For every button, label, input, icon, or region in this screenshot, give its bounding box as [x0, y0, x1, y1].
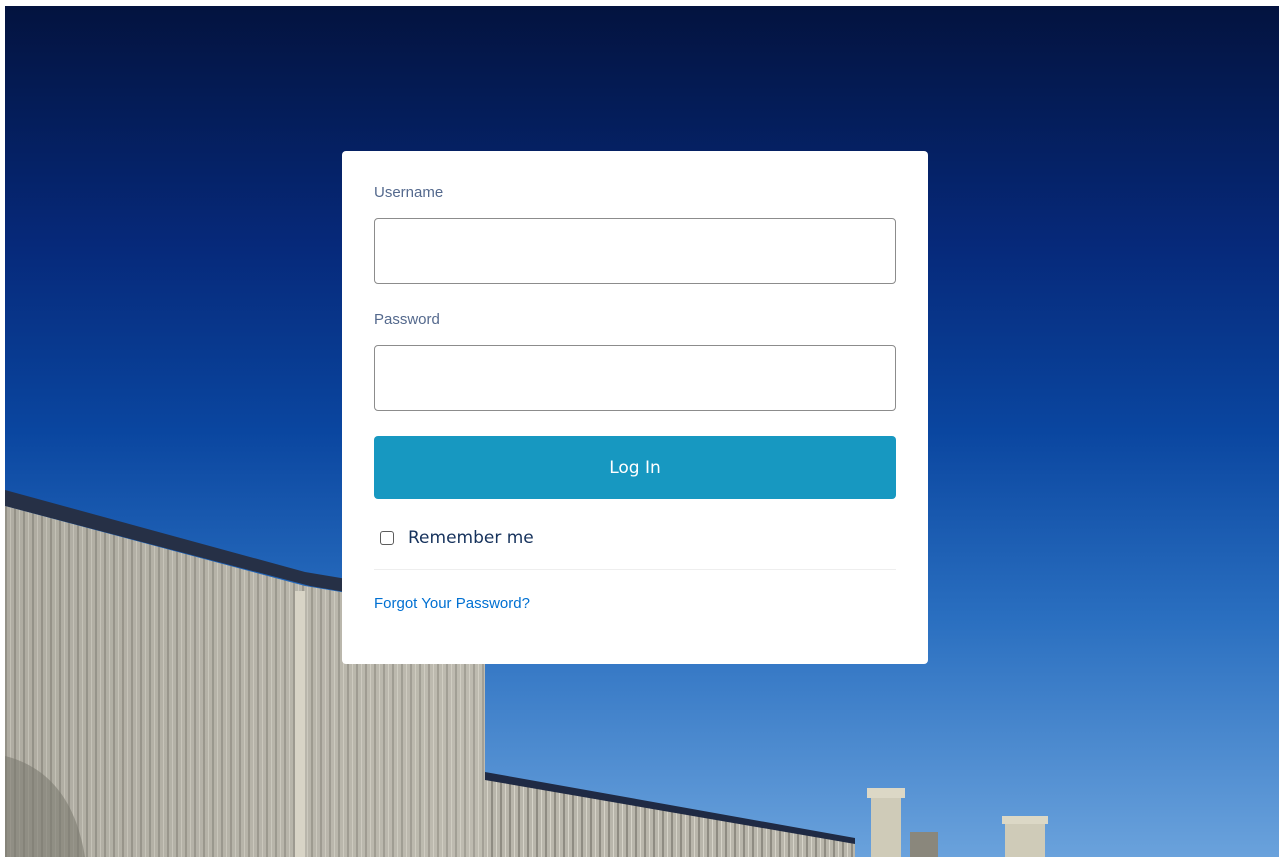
login-button[interactable]: Log In: [374, 436, 896, 499]
remember-me-row[interactable]: Remember me: [374, 526, 896, 550]
forgot-password-link[interactable]: Forgot Your Password?: [374, 594, 530, 614]
password-input[interactable]: [374, 345, 896, 411]
divider: [374, 569, 896, 570]
remember-me-checkbox[interactable]: [380, 531, 394, 545]
login-card: Username Password Log In Remember me For…: [342, 151, 928, 664]
username-input[interactable]: [374, 218, 896, 284]
password-label: Password: [374, 311, 440, 328]
username-label: Username: [374, 184, 444, 201]
remember-me-label[interactable]: Remember me: [408, 528, 534, 548]
